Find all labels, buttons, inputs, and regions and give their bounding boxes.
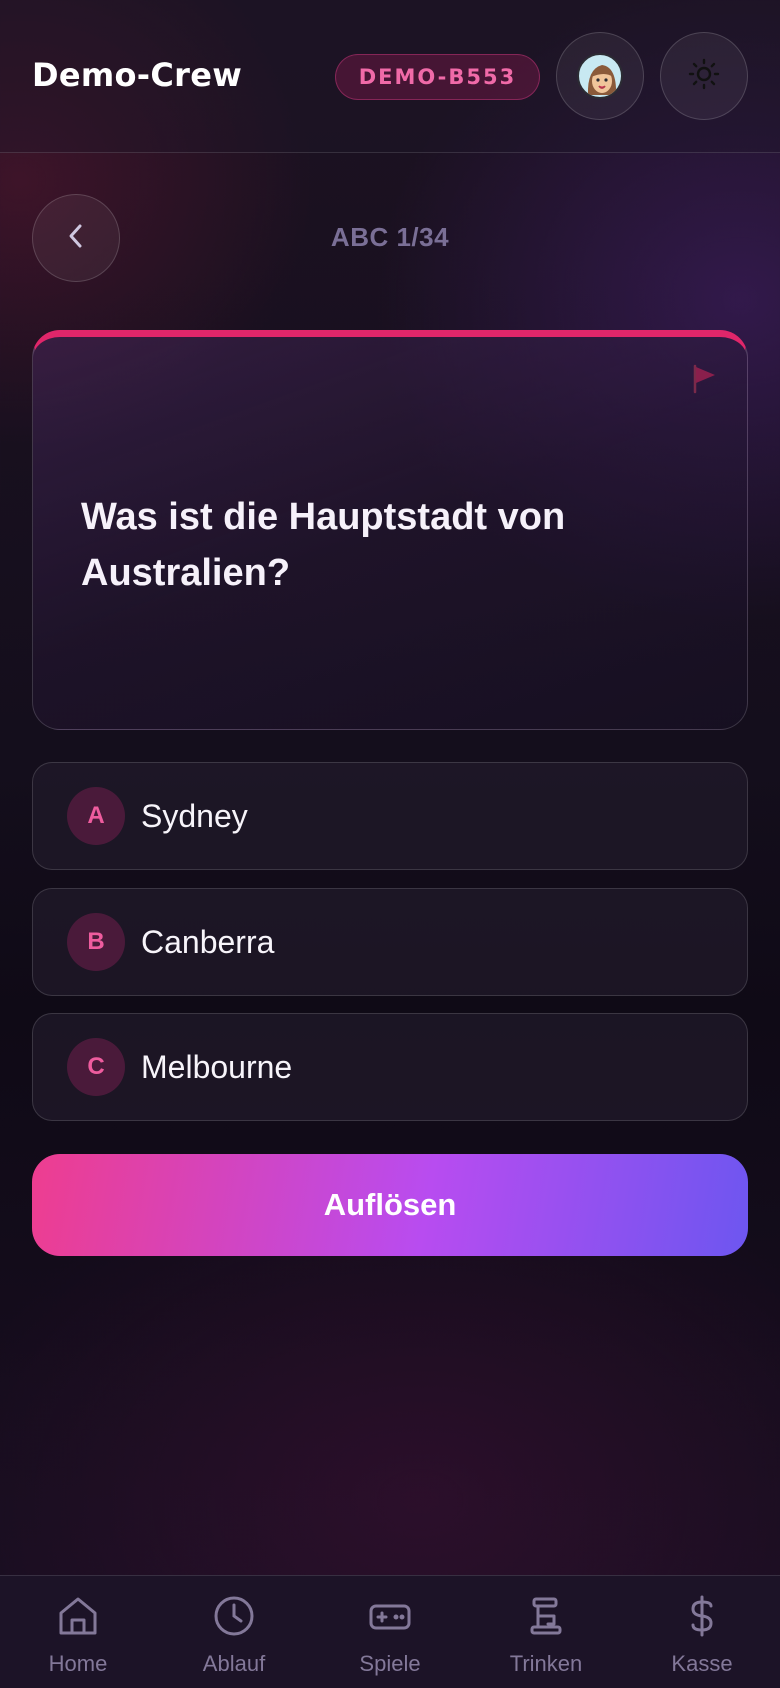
option-letter: A	[67, 787, 125, 845]
question-card: Was ist die Hauptstadt von Australien?	[32, 330, 748, 730]
nav-item-home[interactable]: Home	[0, 1576, 156, 1688]
chevron-left-icon	[64, 221, 88, 256]
app-header: Demo-Crew DEMO-B553	[0, 0, 780, 153]
theme-toggle-button[interactable]	[660, 32, 748, 120]
nav-label: Spiele	[359, 1651, 421, 1676]
dollar-icon	[680, 1576, 724, 1643]
nav-item-spiele[interactable]: Spiele	[312, 1576, 468, 1688]
nav-item-ablauf[interactable]: Ablauf	[156, 1576, 312, 1688]
nav-label: Kasse	[671, 1651, 733, 1676]
option-text: Sydney	[141, 797, 248, 834]
answer-option-b[interactable]: B Canberra	[32, 888, 748, 996]
option-text: Canberra	[141, 923, 275, 960]
app-title: Demo-Crew	[32, 56, 243, 94]
back-button[interactable]	[32, 194, 120, 282]
question-text: Was ist die Hauptstadt von Australien?	[81, 496, 566, 594]
flag-icon[interactable]	[689, 363, 719, 395]
avatar-icon	[577, 53, 623, 99]
nav-item-kasse[interactable]: Kasse	[624, 1576, 780, 1688]
option-text: Melbourne	[141, 1048, 293, 1085]
gamepad-icon	[368, 1576, 412, 1643]
nav-item-trinken[interactable]: Trinken	[468, 1576, 624, 1688]
nav-label: Ablauf	[202, 1651, 266, 1676]
answer-option-c[interactable]: C Melbourne	[32, 1013, 748, 1121]
session-code-badge[interactable]: DEMO-B553	[335, 54, 540, 100]
nav-label: Home	[48, 1651, 108, 1676]
question-progress: ABC 1/34	[330, 222, 450, 252]
tap-icon	[524, 1576, 568, 1643]
profile-button[interactable]	[556, 32, 644, 120]
option-letter: B	[67, 913, 125, 971]
nav-label: Trinken	[509, 1651, 583, 1676]
answer-option-a[interactable]: A Sydney	[32, 762, 748, 870]
resolve-button[interactable]: Auflösen	[32, 1154, 748, 1256]
bottom-navigation: Home Ablauf Spiele Trinken Kasse	[0, 1575, 780, 1688]
home-icon	[56, 1576, 100, 1643]
clock-icon	[212, 1576, 256, 1643]
option-letter: C	[67, 1038, 125, 1096]
sun-icon	[688, 58, 720, 95]
